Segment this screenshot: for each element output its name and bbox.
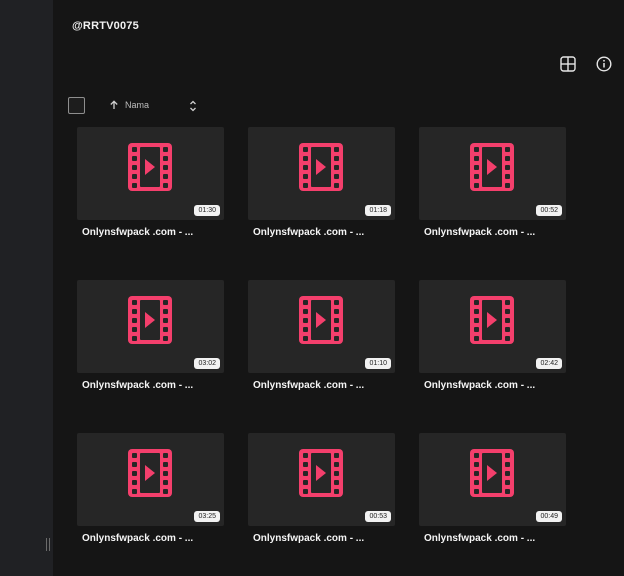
video-file-card[interactable]: 03:25 Onlynsfwpack .com - ... (77, 433, 224, 544)
video-file-icon (128, 143, 172, 191)
sidebar (0, 0, 53, 576)
duration-badge: 03:25 (194, 511, 220, 522)
sort-by-name[interactable]: Nama (125, 100, 149, 110)
info-button[interactable] (595, 55, 613, 73)
video-file-icon (470, 143, 514, 191)
video-thumbnail[interactable]: 01:30 (77, 127, 224, 220)
video-thumbnail[interactable]: 03:25 (77, 433, 224, 526)
video-file-card[interactable]: 00:49 Onlynsfwpack .com - ... (419, 433, 566, 544)
file-name: Onlynsfwpack .com - ... (253, 533, 365, 544)
video-thumbnail[interactable]: 03:02 (77, 280, 224, 373)
select-all-checkbox[interactable] (68, 97, 85, 114)
video-thumbnail[interactable]: 00:53 (248, 433, 395, 526)
duration-badge: 03:02 (194, 358, 220, 369)
page-title: @RRTV0075 (72, 20, 139, 32)
file-name: Onlynsfwpack .com - ... (424, 227, 536, 238)
duration-badge: 01:10 (365, 358, 391, 369)
file-name: Onlynsfwpack .com - ... (82, 380, 194, 391)
video-file-icon (299, 296, 343, 344)
info-icon (596, 56, 612, 72)
file-name: Onlynsfwpack .com - ... (253, 227, 365, 238)
video-file-icon (299, 143, 343, 191)
video-file-icon (128, 449, 172, 497)
duration-badge: 00:52 (536, 205, 562, 216)
file-name: Onlynsfwpack .com - ... (253, 380, 365, 391)
video-file-card[interactable]: 00:52 Onlynsfwpack .com - ... (419, 127, 566, 238)
video-thumbnail[interactable]: 01:18 (248, 127, 395, 220)
main-panel: @RRTV0075 Nama 01:30 Onlynsfwpack .com -… (53, 0, 624, 576)
duration-badge: 02:42 (536, 358, 562, 369)
video-thumbnail[interactable]: 00:52 (419, 127, 566, 220)
file-name: Onlynsfwpack .com - ... (82, 533, 194, 544)
video-file-card[interactable]: 01:18 Onlynsfwpack .com - ... (248, 127, 395, 238)
video-file-icon (299, 449, 343, 497)
video-file-card[interactable]: 01:30 Onlynsfwpack .com - ... (77, 127, 224, 238)
duration-badge: 00:49 (536, 511, 562, 522)
resize-handle-icon[interactable] (45, 538, 51, 551)
video-file-card[interactable]: 00:53 Onlynsfwpack .com - ... (248, 433, 395, 544)
video-thumbnail[interactable]: 02:42 (419, 280, 566, 373)
file-grid: 01:30 Onlynsfwpack .com - ... 01:18 Only… (77, 127, 566, 544)
file-name: Onlynsfwpack .com - ... (424, 380, 536, 391)
video-file-card[interactable]: 01:10 Onlynsfwpack .com - ... (248, 280, 395, 391)
file-name: Onlynsfwpack .com - ... (82, 227, 194, 238)
duration-badge: 01:30 (194, 205, 220, 216)
sort-toolbar: Nama (68, 96, 208, 116)
video-file-icon (470, 449, 514, 497)
grid-view-icon (560, 56, 576, 72)
duration-badge: 00:53 (365, 511, 391, 522)
duration-badge: 01:18 (365, 205, 391, 216)
video-file-icon (470, 296, 514, 344)
video-thumbnail[interactable]: 01:10 (248, 280, 395, 373)
video-file-card[interactable]: 02:42 Onlynsfwpack .com - ... (419, 280, 566, 391)
grid-view-button[interactable] (559, 55, 577, 73)
video-file-card[interactable]: 03:02 Onlynsfwpack .com - ... (77, 280, 224, 391)
video-file-icon (128, 296, 172, 344)
file-name: Onlynsfwpack .com - ... (424, 533, 536, 544)
chevron-up-down-icon[interactable] (188, 99, 198, 113)
video-thumbnail[interactable]: 00:49 (419, 433, 566, 526)
arrow-up-icon[interactable] (109, 100, 119, 110)
